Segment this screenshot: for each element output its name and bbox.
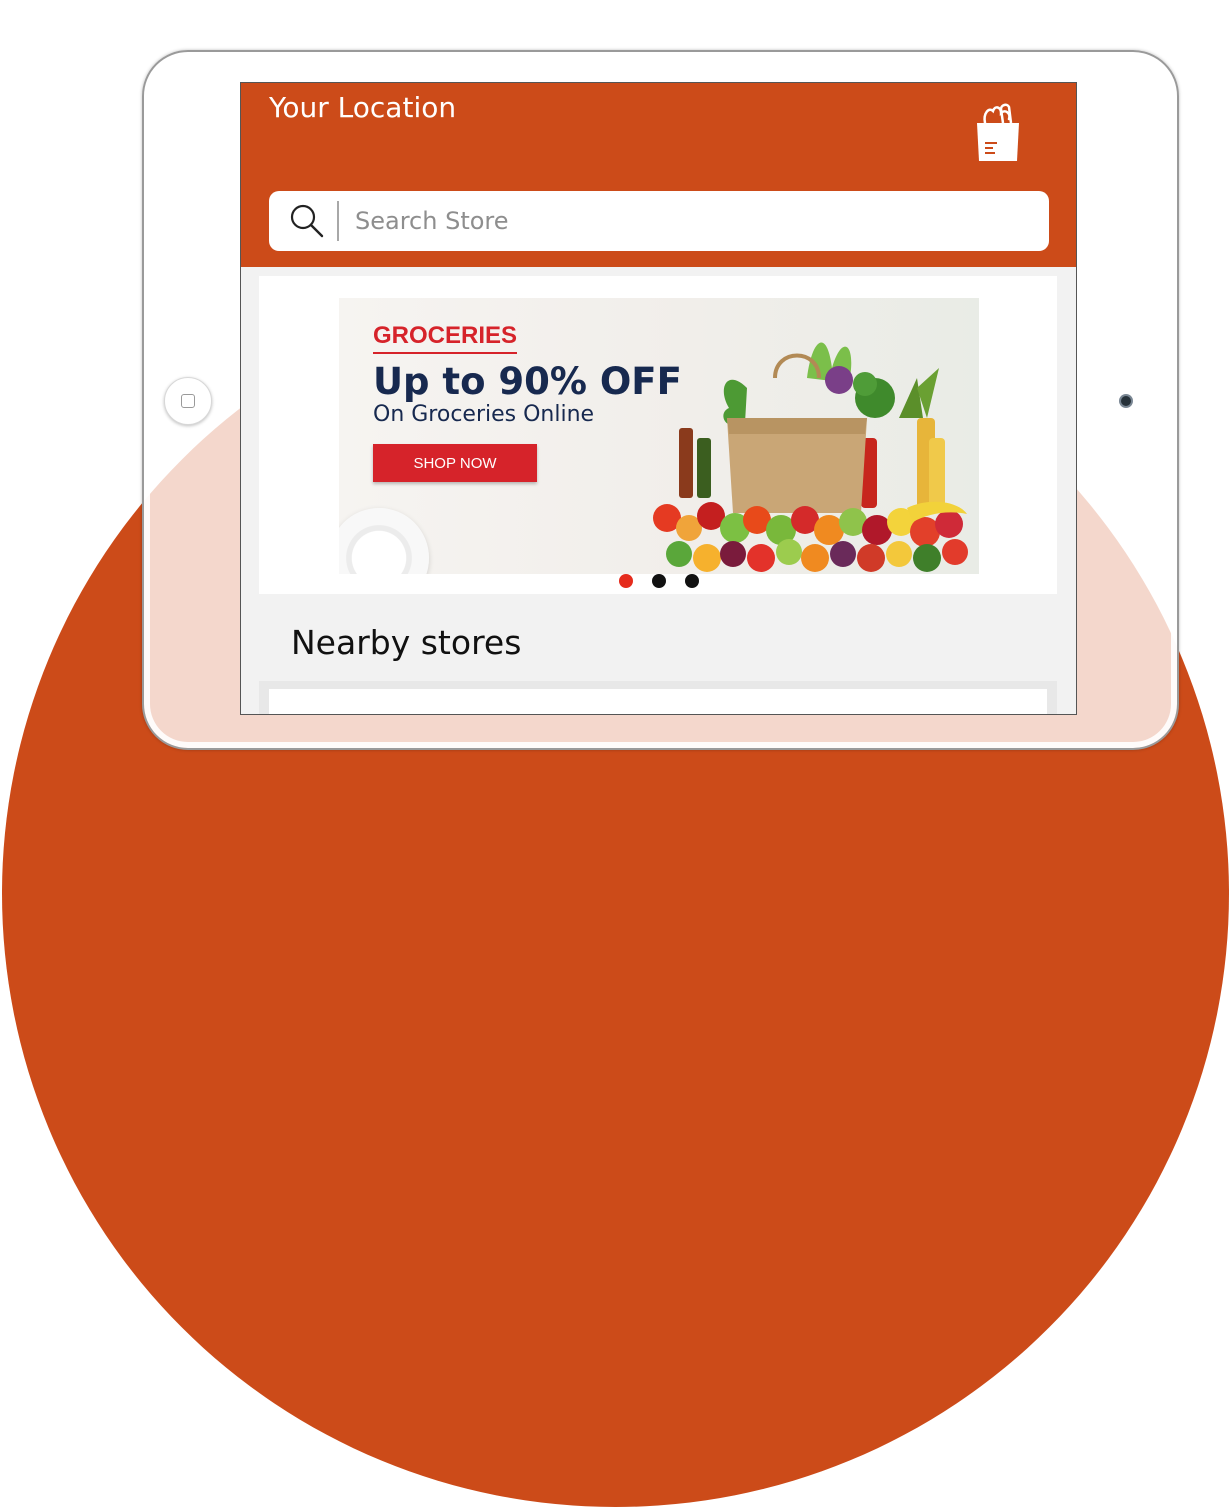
search-divider <box>337 201 339 241</box>
location-title[interactable]: Your Location <box>269 91 456 124</box>
plate-decoration <box>339 508 429 574</box>
app-header: Your Location <box>241 83 1076 267</box>
shop-now-button[interactable]: SHOP NOW <box>373 444 537 482</box>
store-list <box>259 681 1057 714</box>
grocery-bag-icon[interactable] <box>971 101 1025 165</box>
search-bar[interactable] <box>269 191 1049 251</box>
camera-icon <box>1121 396 1131 406</box>
produce-image <box>653 342 968 572</box>
carousel-dot[interactable] <box>619 574 633 588</box>
search-icon[interactable] <box>289 203 325 239</box>
home-square-icon <box>181 394 195 408</box>
app-screen: Your Location GROCERIES Up to 90% OFF On… <box>240 82 1077 715</box>
carousel-dots <box>619 574 699 588</box>
promo-banner[interactable]: GROCERIES Up to 90% OFF On Groceries Onl… <box>339 298 979 574</box>
promo-category: GROCERIES <box>373 322 518 354</box>
promo-subheadline: On Groceries Online <box>373 402 595 427</box>
store-card[interactable] <box>269 689 1047 714</box>
banner-carousel[interactable]: GROCERIES Up to 90% OFF On Groceries Onl… <box>259 276 1057 594</box>
search-input[interactable] <box>355 207 955 235</box>
carousel-dot[interactable] <box>685 574 699 588</box>
carousel-dot[interactable] <box>652 574 666 588</box>
home-button[interactable] <box>164 377 212 425</box>
nearby-stores-title: Nearby stores <box>291 623 522 662</box>
